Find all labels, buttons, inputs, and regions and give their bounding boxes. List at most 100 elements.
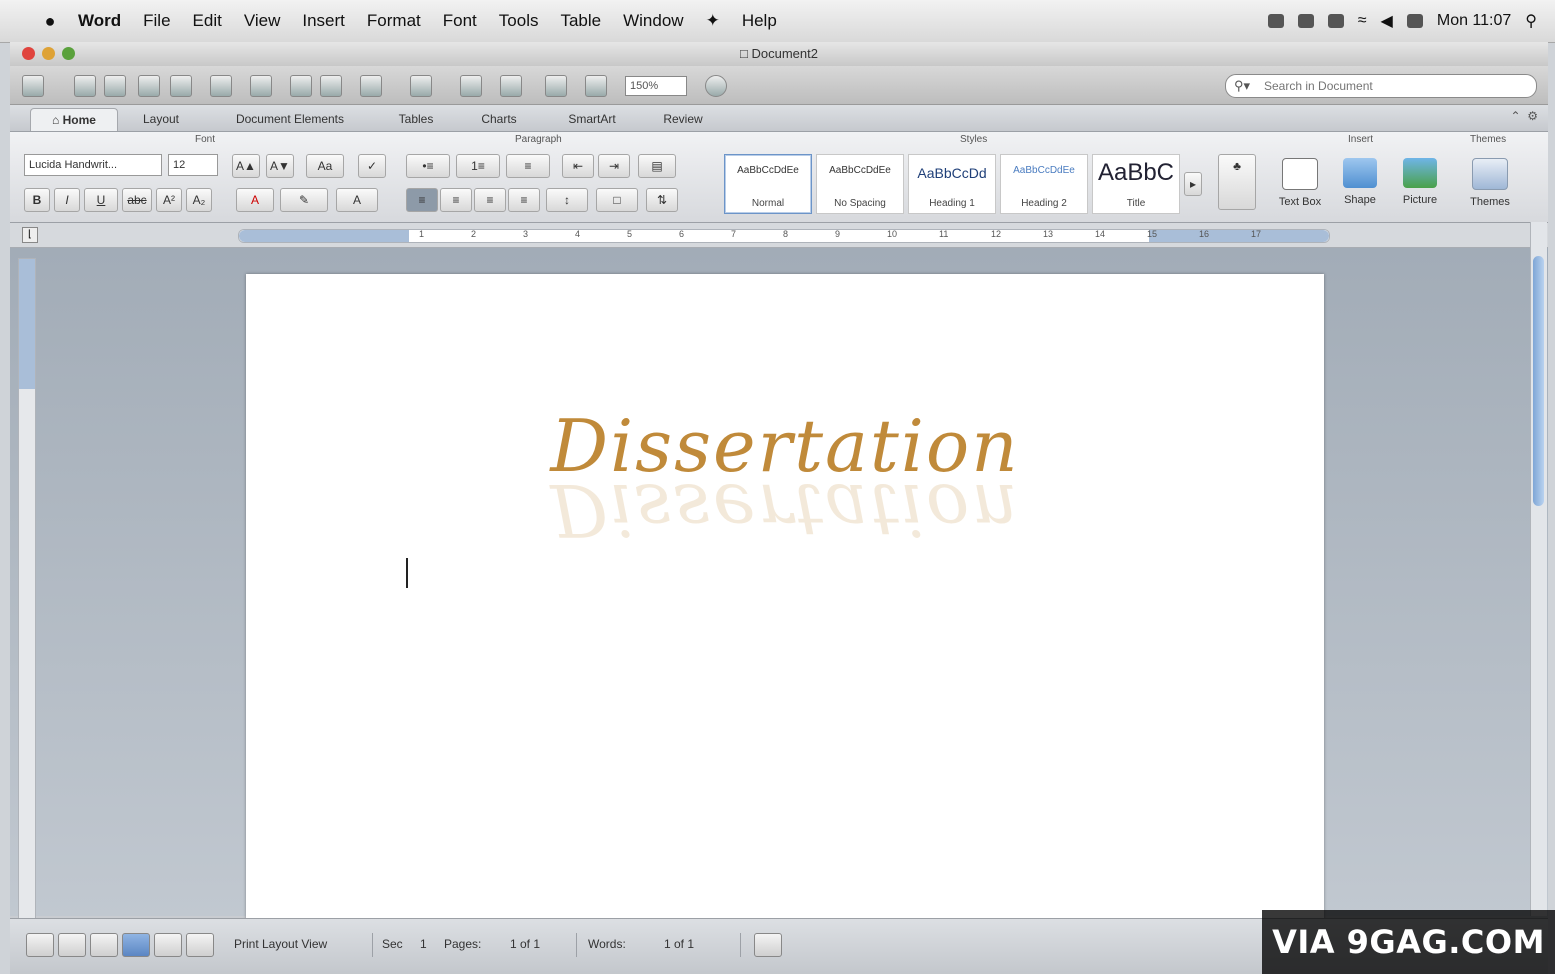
search-icon[interactable]: ⚲▾ [1234,78,1250,94]
text-effects-button[interactable]: A [336,188,378,212]
shrink-font-button[interactable]: A▼ [266,154,294,178]
toolbox-icon[interactable] [585,75,607,97]
increase-indent-button[interactable]: ⇥ [598,154,630,178]
font-name-select[interactable]: Lucida Handwrit... [24,154,162,176]
bluetooth-icon[interactable] [1327,14,1344,28]
scroll-thumb[interactable] [1533,256,1544,506]
justify-button[interactable]: ≡ [508,188,540,212]
styles-more-icon[interactable]: ▸ [1184,172,1202,196]
search-input[interactable] [1262,77,1526,95]
strikethrough-button[interactable]: abc [122,188,152,212]
menu-view[interactable]: View [244,11,281,31]
help-icon[interactable] [705,75,727,97]
volume-icon[interactable]: ◀ [1381,11,1393,31]
sort-button[interactable]: ⇅ [646,188,678,212]
menu-insert[interactable]: Insert [302,11,345,31]
insert-table-icon[interactable] [360,75,382,97]
templates-icon[interactable] [74,75,96,97]
display-icon[interactable] [1297,14,1314,28]
tab-document-elements[interactable]: Document Elements [210,108,370,130]
grow-font-button[interactable]: A▲ [232,154,260,178]
columns-button[interactable]: ▤ [638,154,676,178]
zoom-window-button[interactable] [62,47,75,60]
pilcrow-icon[interactable] [460,75,482,97]
menu-file[interactable]: File [143,11,170,31]
style-normal[interactable]: AaBbCcDdEe Normal [724,154,812,214]
vertical-scrollbar[interactable] [1530,222,1547,916]
close-window-button[interactable] [22,47,35,60]
align-left-button[interactable]: ≡ [406,188,438,212]
menu-window[interactable]: Window [623,11,683,31]
multilevel-list-button[interactable]: ≡ [506,154,550,178]
ruler-left-margin[interactable] [239,230,409,242]
underline-button[interactable]: U [84,188,118,212]
script-menu-icon[interactable]: ✦ [706,11,720,31]
document-page[interactable]: Dissertation Dissertation [246,274,1324,934]
themes-button[interactable]: Themes [1462,154,1518,214]
menu-table[interactable]: Table [560,11,601,31]
new-doc-icon[interactable] [22,75,44,97]
tab-home[interactable]: ⌂ Home [30,108,118,131]
style-heading-1[interactable]: AaBbCcDd Heading 1 [908,154,996,214]
tab-smartart[interactable]: SmartArt [550,108,634,130]
spelling-check-icon[interactable] [754,933,782,957]
style-no-spacing[interactable]: AaBbCcDdEe No Spacing [816,154,904,214]
publishing-view-button[interactable] [90,933,118,957]
apple-icon[interactable]: ● [36,11,64,32]
battery-icon[interactable] [1406,14,1423,28]
format-painter-icon[interactable] [320,75,342,97]
timemachine-icon[interactable] [1267,14,1284,28]
redo-icon[interactable] [250,75,272,97]
menu-format[interactable]: Format [367,11,421,31]
print-layout-view-button[interactable] [122,933,150,957]
superscript-button[interactable]: A² [156,188,182,212]
menu-app-name[interactable]: Word [78,11,121,31]
zoom-select[interactable]: 150% [625,76,687,96]
print-icon[interactable] [170,75,192,97]
bold-button[interactable]: B [24,188,50,212]
font-color-button[interactable]: A [236,188,274,212]
shading-button[interactable]: □ [596,188,638,212]
italic-button[interactable]: I [54,188,80,212]
picture-button[interactable]: Picture [1392,154,1448,214]
horizontal-ruler[interactable]: ⌊ 1 2 3 4 5 6 7 8 9 10 11 12 13 14 15 16 17 [10,223,1548,248]
menu-help[interactable]: Help [742,11,777,31]
tab-layout[interactable]: Layout [126,108,196,130]
sidebar-icon[interactable] [500,75,522,97]
gallery-icon[interactable] [545,75,567,97]
draft-view-button[interactable] [26,933,54,957]
style-title[interactable]: AaBbC Title [1092,154,1180,214]
ribbon-options-icon[interactable]: ⌃ ⚙ [1511,109,1538,123]
numbering-button[interactable]: 1≡ [456,154,500,178]
bullets-button[interactable]: •≡ [406,154,450,178]
open-icon[interactable] [104,75,126,97]
clear-formatting-icon[interactable]: ✓ [358,154,386,178]
align-center-button[interactable]: ≡ [440,188,472,212]
tab-charts[interactable]: Charts [464,108,534,130]
text-box-button[interactable]: Text Box [1272,154,1328,214]
line-spacing-button[interactable]: ↕ [546,188,588,212]
decrease-indent-button[interactable]: ⇤ [562,154,594,178]
wifi-icon[interactable]: ≈ [1358,12,1367,30]
style-heading-2[interactable]: AaBbCcDdEe Heading 2 [1000,154,1088,214]
columns-icon[interactable] [410,75,432,97]
menu-edit[interactable]: Edit [193,11,222,31]
undo-icon[interactable] [210,75,232,97]
tab-stop-selector[interactable]: ⌊ [22,227,38,243]
menu-font[interactable]: Font [443,11,477,31]
subscript-button[interactable]: A₂ [186,188,212,212]
minimize-window-button[interactable] [42,47,55,60]
highlight-button[interactable]: ✎ [280,188,328,212]
vertical-ruler[interactable] [18,258,36,920]
styles-pane-icon[interactable]: ♣ [1218,154,1256,210]
notebook-view-button[interactable] [154,933,182,957]
full-screen-view-button[interactable] [186,933,214,957]
ruler-right-margin[interactable] [1149,230,1329,242]
paste-icon[interactable] [290,75,312,97]
shape-button[interactable]: Shape [1332,154,1388,214]
spotlight-icon[interactable]: ⚲ [1525,11,1537,31]
save-icon[interactable] [138,75,160,97]
font-size-select[interactable]: 12 [168,154,218,176]
tab-review[interactable]: Review [648,108,718,130]
menu-tools[interactable]: Tools [499,11,539,31]
